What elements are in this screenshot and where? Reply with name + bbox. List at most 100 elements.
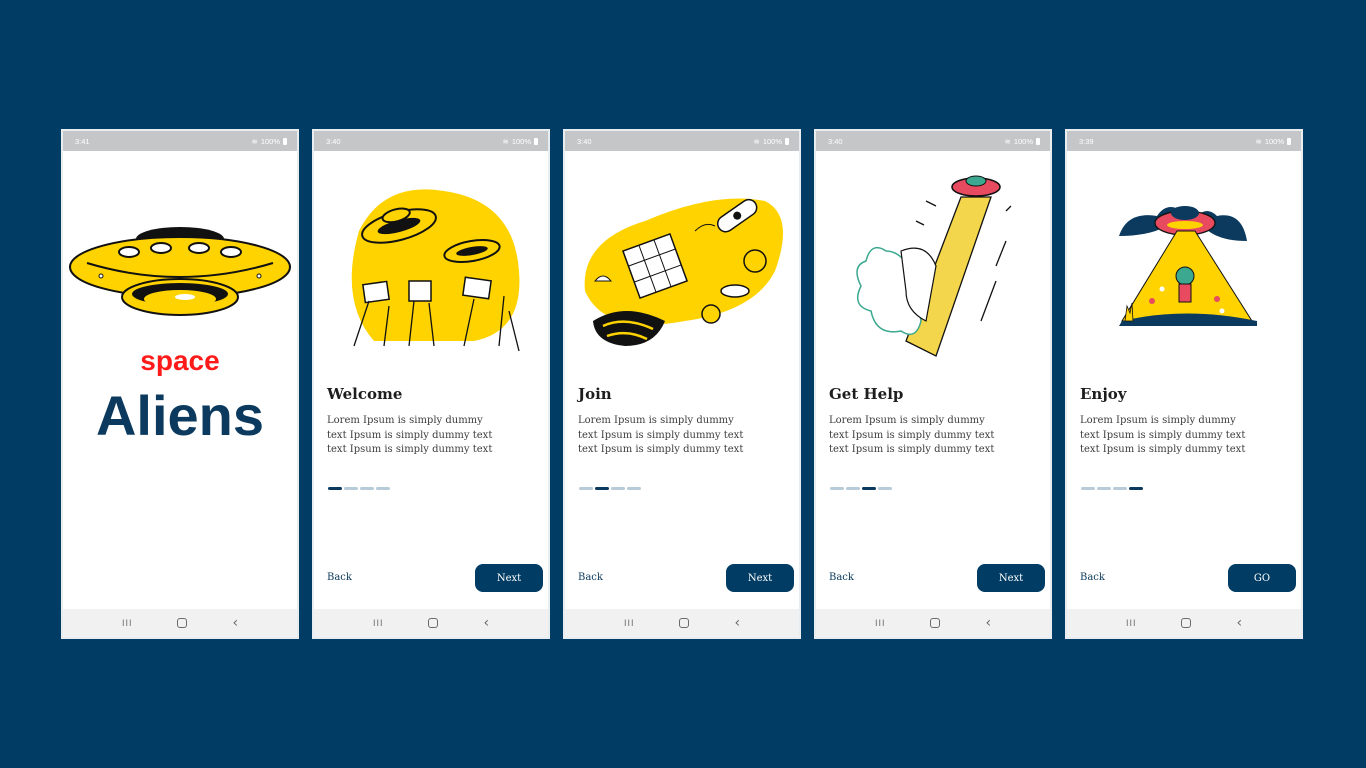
home-button[interactable] bbox=[679, 618, 690, 628]
page-dot bbox=[1113, 487, 1127, 490]
status-bar: 3:41 ≋ 100% bbox=[63, 131, 297, 151]
system-nav-bar: III ‹ bbox=[63, 609, 297, 637]
onboarding-screen-welcome: 3:40 ≋ 100% Welcome Lorem Ipsum is simpl… bbox=[312, 129, 550, 639]
join-illustration bbox=[584, 198, 783, 346]
page-dot bbox=[878, 487, 892, 490]
system-back-button[interactable]: ‹ bbox=[483, 615, 489, 631]
description-line: text Ipsum is simply dummy text bbox=[578, 429, 744, 441]
page-dot bbox=[611, 487, 625, 490]
wifi-icon: ≋ bbox=[502, 137, 509, 146]
home-button[interactable] bbox=[177, 618, 188, 628]
description-line: text Ipsum is simply dummy text bbox=[327, 429, 493, 441]
page-dot bbox=[830, 487, 844, 490]
system-nav-bar: III ‹ bbox=[314, 609, 548, 637]
welcome-illustration bbox=[351, 189, 520, 352]
home-button[interactable] bbox=[428, 618, 439, 628]
description: Lorem Ipsum is simply dummy text Ipsum i… bbox=[327, 414, 537, 458]
recent-apps-button[interactable]: III bbox=[1126, 618, 1137, 628]
description: Lorem Ipsum is simply dummy text Ipsum i… bbox=[1080, 414, 1290, 458]
page-dot bbox=[595, 487, 609, 490]
wifi-icon: ≋ bbox=[753, 137, 760, 146]
splash-screen: 3:41 ≋ 100% space Aliens III ‹ bbox=[61, 129, 299, 639]
battery-icon bbox=[1036, 138, 1040, 145]
description-line: text Ipsum is simply dummy text bbox=[578, 444, 744, 455]
recent-apps-button[interactable]: III bbox=[373, 618, 384, 628]
description-line: Lorem Ipsum is simply dummy bbox=[1080, 415, 1236, 426]
system-back-button[interactable]: ‹ bbox=[734, 615, 740, 631]
page-indicator bbox=[830, 487, 892, 490]
page-title: Enjoy bbox=[1080, 385, 1127, 403]
status-time: 3:40 bbox=[326, 137, 341, 146]
status-time: 3:41 bbox=[75, 137, 90, 146]
description: Lorem Ipsum is simply dummy text Ipsum i… bbox=[578, 414, 788, 458]
system-nav-bar: III ‹ bbox=[1067, 609, 1301, 637]
battery-label: 100% bbox=[260, 137, 280, 146]
page-dot bbox=[627, 487, 641, 490]
battery-label: 100% bbox=[762, 137, 782, 146]
back-button[interactable]: Back bbox=[578, 572, 603, 583]
system-back-button[interactable]: ‹ bbox=[232, 615, 238, 631]
description-line: text Ipsum is simply dummy text bbox=[1080, 444, 1246, 455]
status-bar: 3:39 ≋ 100% bbox=[1067, 131, 1301, 151]
recent-apps-button[interactable]: III bbox=[875, 618, 886, 628]
status-time: 3:40 bbox=[577, 137, 592, 146]
system-nav-bar: III ‹ bbox=[565, 609, 799, 637]
back-button[interactable]: Back bbox=[829, 572, 854, 583]
description-line: text Ipsum is simply dummy text bbox=[327, 444, 493, 455]
status-time: 3:39 bbox=[1079, 137, 1094, 146]
battery-icon bbox=[785, 138, 789, 145]
battery-icon bbox=[283, 138, 287, 145]
recent-apps-button[interactable]: III bbox=[122, 618, 133, 628]
page-dot bbox=[1081, 487, 1095, 490]
ufo-logo bbox=[69, 227, 291, 316]
description-line: text Ipsum is simply dummy text bbox=[829, 429, 995, 441]
onboarding-screen-join: 3:40 ≋ 100% Join Lorem Ipsum is simply d… bbox=[563, 129, 801, 639]
battery-label: 100% bbox=[1013, 137, 1033, 146]
onboarding-screen-enjoy: 3:39 ≋ 100% Enjoy Lorem Ipsum is simply … bbox=[1065, 129, 1303, 639]
description: Lorem Ipsum is simply dummy text Ipsum i… bbox=[829, 414, 1039, 458]
wifi-icon: ≋ bbox=[251, 137, 258, 146]
onboarding-screen-get-help: 3:40 ≋ 100% Get Help Lorem Ipsum is simp… bbox=[814, 129, 1052, 639]
back-button[interactable]: Back bbox=[327, 572, 352, 583]
description-line: text Ipsum is simply dummy text bbox=[1080, 429, 1246, 441]
get-help-illustration bbox=[856, 175, 1012, 357]
wifi-icon: ≋ bbox=[1004, 137, 1011, 146]
go-button[interactable]: GO bbox=[1228, 564, 1296, 592]
page-indicator bbox=[1081, 487, 1143, 490]
status-bar: 3:40 ≋ 100% bbox=[816, 131, 1050, 151]
page-dot bbox=[376, 487, 390, 490]
status-time: 3:40 bbox=[828, 137, 843, 146]
description-line: text Ipsum is simply dummy text bbox=[829, 444, 995, 455]
system-back-button[interactable]: ‹ bbox=[1236, 615, 1242, 631]
page-dot bbox=[846, 487, 860, 490]
system-back-button[interactable]: ‹ bbox=[985, 615, 991, 631]
next-button[interactable]: Next bbox=[475, 564, 543, 592]
description-line: Lorem Ipsum is simply dummy bbox=[327, 415, 483, 426]
page-indicator bbox=[579, 487, 641, 490]
recent-apps-button[interactable]: III bbox=[624, 618, 635, 628]
page-title: Join bbox=[578, 385, 612, 403]
next-button[interactable]: Next bbox=[726, 564, 794, 592]
home-button[interactable] bbox=[930, 618, 941, 628]
description-line: Lorem Ipsum is simply dummy bbox=[578, 415, 734, 426]
brand-aliens: Aliens bbox=[95, 384, 265, 447]
status-bar: 3:40 ≋ 100% bbox=[565, 131, 799, 151]
page-title: Welcome bbox=[327, 385, 403, 403]
brand-space: space bbox=[140, 345, 220, 376]
system-nav-bar: III ‹ bbox=[816, 609, 1050, 637]
battery-label: 100% bbox=[1264, 137, 1284, 146]
page-indicator bbox=[328, 487, 390, 490]
enjoy-illustration bbox=[1119, 206, 1257, 326]
home-button[interactable] bbox=[1181, 618, 1192, 628]
page-dot bbox=[1129, 487, 1143, 490]
next-button[interactable]: Next bbox=[977, 564, 1045, 592]
page-dot bbox=[579, 487, 593, 490]
battery-label: 100% bbox=[511, 137, 531, 146]
description-line: Lorem Ipsum is simply dummy bbox=[829, 415, 985, 426]
battery-icon bbox=[534, 138, 538, 145]
page-dot bbox=[328, 487, 342, 490]
back-button[interactable]: Back bbox=[1080, 572, 1105, 583]
wifi-icon: ≋ bbox=[1255, 137, 1262, 146]
battery-icon bbox=[1287, 138, 1291, 145]
page-dot bbox=[344, 487, 358, 490]
